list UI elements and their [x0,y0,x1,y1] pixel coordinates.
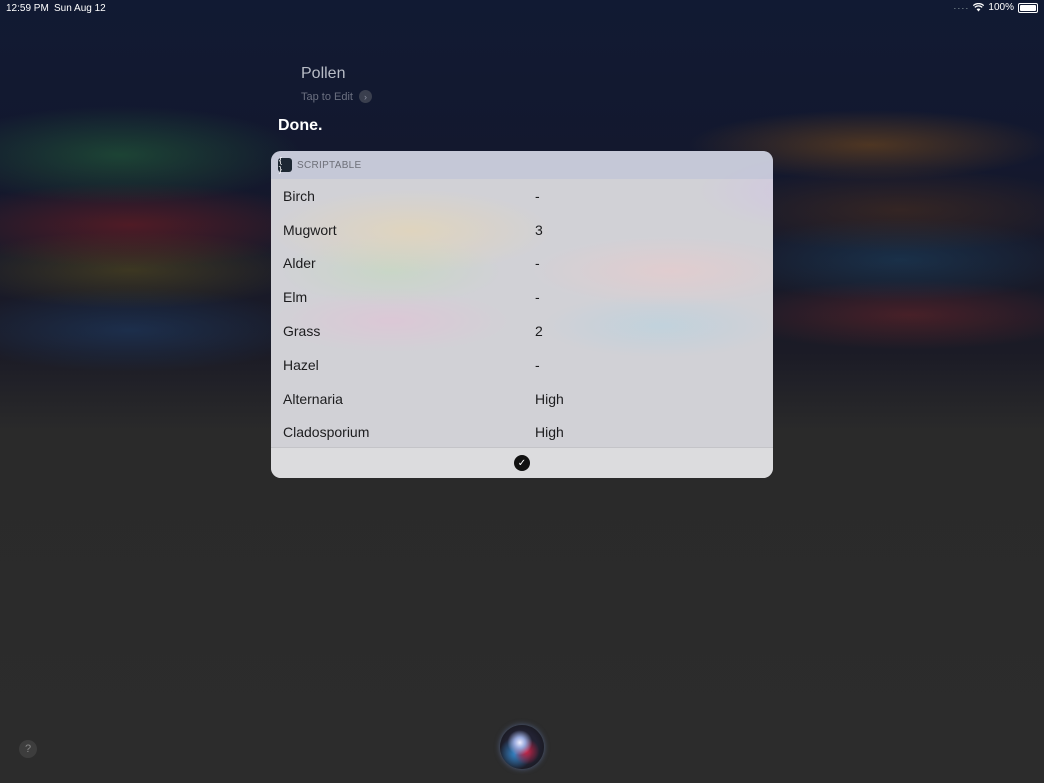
shortcut-title: Pollen [301,65,346,82]
row-value: 2 [535,323,543,340]
battery-percent: 100% [988,2,1014,13]
row-value: - [535,289,540,306]
row-name: Cladosporium [283,424,370,441]
row-value: - [535,187,540,204]
app-name: SCRIPTABLE [297,159,362,171]
result-message: Done. [278,117,323,134]
status-right: ···· 100% [953,2,1038,13]
row-name: Mugwort [283,221,337,238]
tap-to-edit-link[interactable]: Tap to Edit › [301,90,372,103]
row-value: High [535,424,564,441]
row-name: Elm [283,289,308,306]
row-value: - [535,255,540,272]
table-row: Hazel - [271,348,773,382]
row-name: Grass [283,323,321,340]
help-button[interactable]: ? [19,740,37,758]
done-button[interactable]: ✓ [271,447,773,478]
table-row: Cladosporium High [271,416,773,450]
signal-icon: ···· [953,2,970,13]
table-row: Mugwort 3 [271,213,773,247]
table-row: Birch - [271,179,773,213]
row-value: - [535,356,540,373]
row-value: 3 [535,221,543,238]
row-name: Alternaria [283,390,343,407]
chevron-right-icon: › [358,90,372,103]
status-date: Sun Aug 12 [54,3,106,14]
battery-icon [1018,2,1038,13]
scriptable-result-card: { } SCRIPTABLE Birch - Mugwort 3 Alder -… [271,151,773,478]
siri-orb-icon[interactable] [500,725,544,769]
status-time: 12:59 PM [6,3,49,14]
scriptable-app-icon: { } [278,156,292,174]
row-name: Hazel [283,356,319,373]
status-bar: 12:59 PM Sun Aug 12 ···· 100% [0,0,1044,16]
table-row: Alternaria High [271,382,773,416]
table-row: Alder - [271,247,773,281]
wifi-icon [973,3,985,12]
table-row: Elm - [271,280,773,314]
pollen-table: Birch - Mugwort 3 Alder - Elm - Grass 2 … [271,179,773,449]
row-name: Alder [283,255,316,272]
row-name: Birch [283,187,315,204]
row-value: High [535,390,564,407]
card-header: { } SCRIPTABLE [271,151,773,179]
checkmark-icon: ✓ [514,455,530,471]
table-row: Grass 2 [271,314,773,348]
tap-to-edit-label: Tap to Edit [301,90,353,103]
